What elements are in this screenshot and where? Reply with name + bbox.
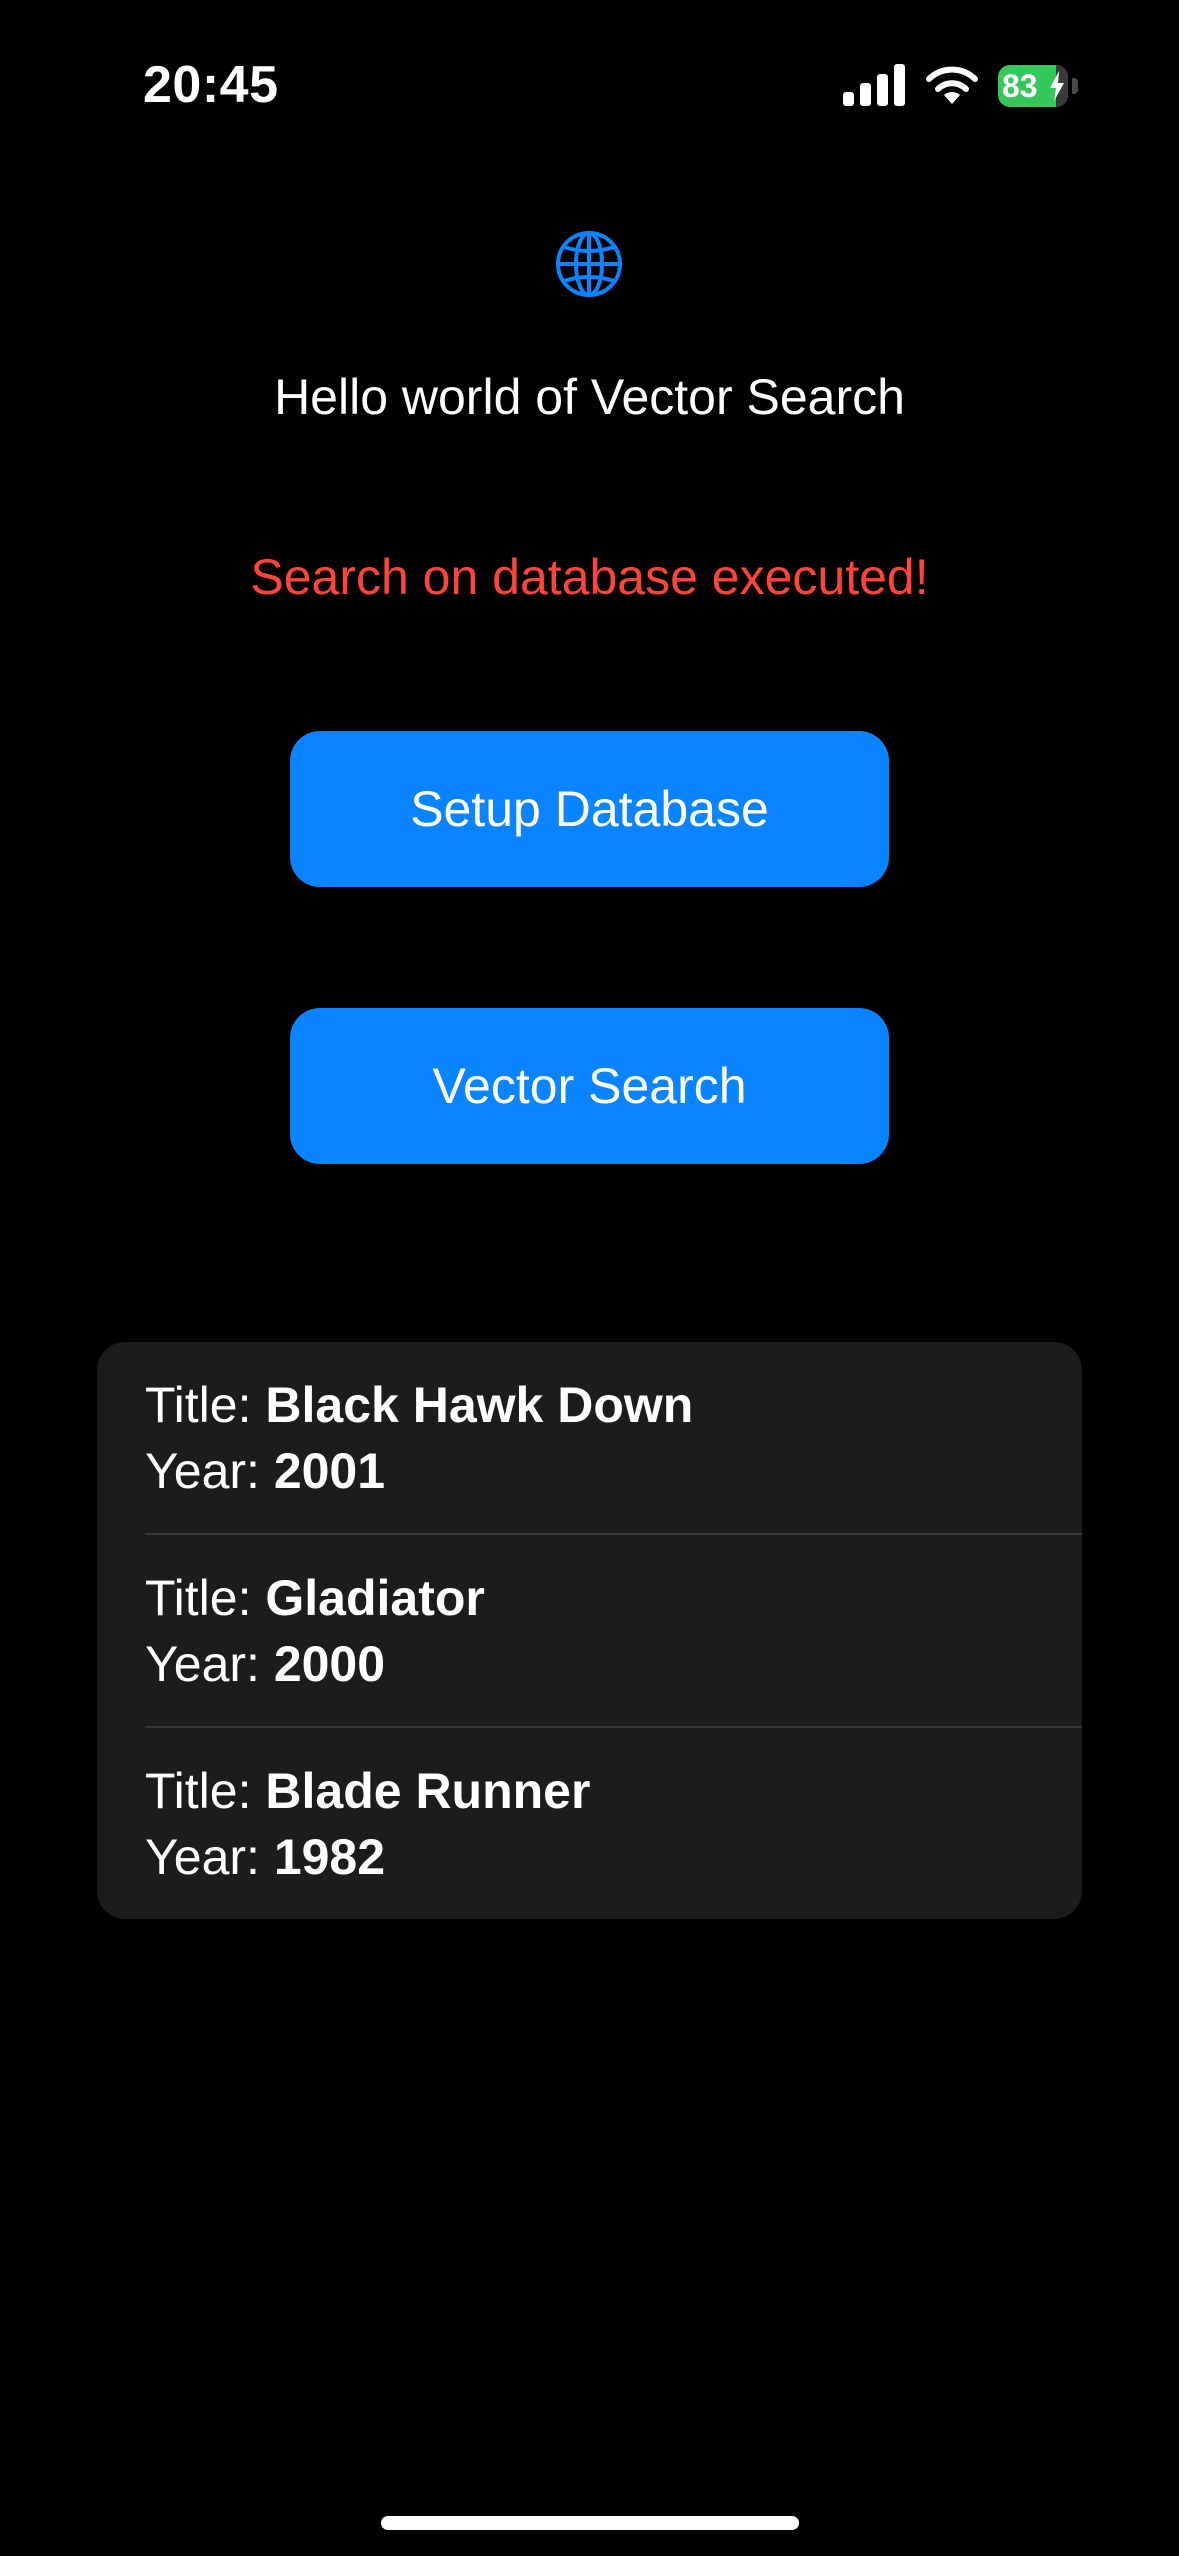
wifi-icon: [926, 66, 978, 104]
battery-body: 83: [998, 65, 1068, 107]
title-label: Title:: [145, 1377, 266, 1433]
movie-year: 2000: [273, 1636, 386, 1692]
movie-title-line: Title: Black Hawk Down: [145, 1376, 693, 1434]
vector-search-button[interactable]: Vector Search: [290, 1008, 889, 1164]
battery-cap: [1072, 78, 1078, 94]
cellular-signal-icon: [843, 64, 905, 106]
list-item[interactable]: Title: Black Hawk Down Year: 2001: [97, 1342, 1082, 1534]
movie-year: 1982: [273, 1829, 386, 1885]
year-label: Year:: [145, 1443, 274, 1499]
title-label: Title:: [145, 1570, 266, 1626]
movie-title: Black Hawk Down: [265, 1377, 694, 1433]
movie-title-line: Title: Gladiator: [145, 1569, 485, 1627]
globe-icon: [556, 231, 622, 297]
charging-bolt-icon: [1050, 71, 1064, 101]
status-message: Search on database executed!: [250, 549, 929, 605]
setup-database-button[interactable]: Setup Database: [290, 731, 889, 887]
battery-level: 83: [1002, 68, 1038, 104]
movie-title: Blade Runner: [265, 1763, 591, 1819]
movie-year-line: Year: 1982: [145, 1828, 385, 1886]
battery-indicator: 83: [998, 65, 1078, 107]
year-label: Year:: [145, 1829, 274, 1885]
movie-title-line: Title: Blade Runner: [145, 1762, 590, 1820]
title-label: Title:: [145, 1763, 266, 1819]
list-item[interactable]: Title: Blade Runner Year: 1982: [97, 1728, 1082, 1919]
results-list: Title: Black Hawk Down Year: 2001 Title:…: [97, 1342, 1082, 1919]
year-label: Year:: [145, 1636, 274, 1692]
movie-year: 2001: [273, 1443, 386, 1499]
movie-year-line: Year: 2001: [145, 1442, 385, 1500]
home-indicator[interactable]: [381, 2516, 799, 2530]
movie-year-line: Year: 2000: [145, 1635, 385, 1693]
movie-title: Gladiator: [265, 1570, 485, 1626]
status-time: 20:45: [143, 56, 279, 114]
list-item[interactable]: Title: Gladiator Year: 2000: [97, 1535, 1082, 1727]
status-bar: 20:45 83: [0, 0, 1179, 170]
greeting-text: Hello world of Vector Search: [274, 369, 905, 425]
